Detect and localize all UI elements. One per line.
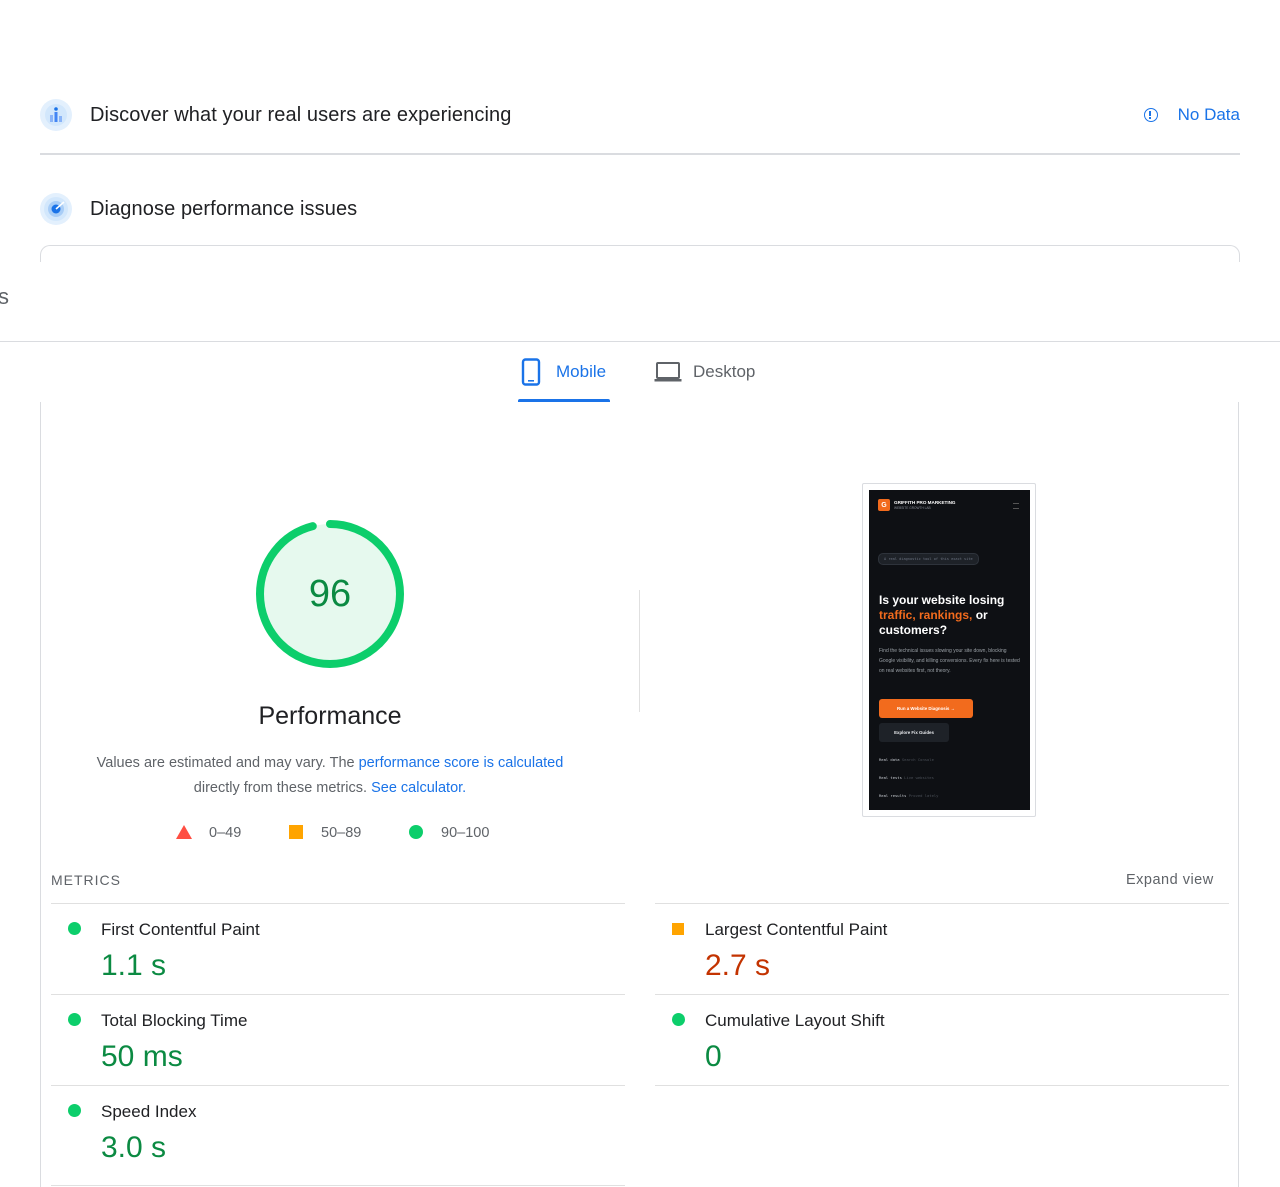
site-cta-secondary[interactable]: Explore Fix Guides (879, 723, 949, 742)
metric-value: 3.0 s (101, 1131, 167, 1164)
real-users-section[interactable]: Discover what your real users are experi… (40, 95, 1240, 135)
metric-total-blocking-time: Total Blocking Time 50 ms (51, 995, 625, 1085)
metric-pass-circle-icon (68, 1013, 81, 1026)
legend-fail-triangle-icon (176, 825, 192, 839)
metric-value: 1.1 s (101, 949, 167, 982)
metric-pass-circle-icon (672, 1013, 685, 1026)
tab-mobile[interactable]: Mobile (520, 352, 606, 392)
expand-view-toggle[interactable]: Expand view (1126, 872, 1214, 888)
final-screenshot-page: G GRIFFITH PRO MARKETING WEBSITE GROWTH … (869, 490, 1030, 810)
legend-fail-range: 0–49 (209, 825, 242, 841)
metric-pass-circle-icon (68, 922, 81, 935)
real-users-title: Discover what your real users are experi… (90, 103, 512, 126)
metrics-header: METRICS (51, 872, 121, 888)
performance-gauge[interactable]: 96 (254, 518, 406, 670)
headline-accent: traffic, rankings, (879, 608, 973, 622)
see-calculator-link[interactable]: See calculator. (371, 780, 466, 796)
site-brand-sub: WEBSITE GROWTH LAB (894, 506, 931, 510)
score-description: Values are estimated and may vary. The p… (60, 751, 600, 801)
foot-1-value: Search Console (901, 757, 934, 762)
site-brand: GRIFFITH PRO MARKETING (894, 500, 956, 505)
foot-3-value: Proved lately (908, 793, 939, 798)
no-data-status[interactable]: No Data (1143, 95, 1240, 135)
info-icon (1143, 108, 1158, 122)
tab-mobile-label: Mobile (556, 362, 607, 381)
metric-value: 50 ms (101, 1040, 183, 1073)
diagnose-section: Diagnose performance issues (40, 189, 1240, 229)
tab-active-indicator (518, 399, 610, 402)
metric-label: Speed Index (101, 1102, 197, 1121)
foot-1-label: Real data (879, 757, 900, 762)
metric-average-square-icon (672, 923, 684, 935)
mobile-phone-icon (521, 358, 541, 386)
metric-value: 0 (705, 1040, 722, 1073)
metric-label: Total Blocking Time (101, 1011, 248, 1030)
clipped-left-text: s (0, 284, 9, 309)
metric-divider (51, 1185, 625, 1186)
card-mask (0, 262, 1280, 342)
site-foot-1: Real data Search Console (879, 757, 934, 762)
score-calculated-link[interactable]: performance score is calculated (359, 755, 564, 771)
tab-desktop[interactable]: Desktop (654, 352, 755, 392)
description-prefix: Values are estimated and may vary. The (96, 755, 359, 771)
site-headline: Is your website losing traffic, rankings… (879, 593, 1004, 638)
site-logo-icon: G (878, 499, 890, 511)
foot-2-value: Live websites (904, 775, 934, 780)
crux-chart-icon (40, 99, 72, 131)
headline-line-3: customers? (879, 623, 948, 637)
performance-label: Performance (258, 702, 402, 730)
metric-speed-index: Speed Index 3.0 s (51, 1086, 625, 1176)
metric-label: Cumulative Layout Shift (705, 1011, 885, 1030)
tabs-top-divider (0, 341, 1280, 342)
headline-line-2: or (972, 608, 988, 622)
metric-value: 2.7 s (705, 949, 771, 982)
site-body-text: Find the technical issues slowing your s… (879, 648, 1020, 674)
report-card-left-border (40, 402, 41, 1187)
metric-largest-contentful-paint: Largest Contentful Paint 2.7 s (655, 904, 1229, 994)
diagnose-target-icon (40, 193, 72, 225)
tab-desktop-label: Desktop (693, 362, 756, 381)
metric-pass-circle-icon (68, 1104, 81, 1117)
performance-score: 96 (308, 572, 352, 615)
foot-3-label: Real results (879, 793, 907, 798)
site-foot-2: Real tests Live websites (879, 775, 934, 780)
final-screenshot[interactable]: G GRIFFITH PRO MARKETING WEBSITE GROWTH … (862, 483, 1036, 817)
legend-pass-circle-icon (409, 825, 423, 839)
metric-divider (655, 1085, 1229, 1086)
report-card-right-border (1238, 402, 1239, 1187)
legend-average-square-icon (289, 825, 303, 839)
site-cta-primary[interactable]: Run a Website Diagnosis → (879, 699, 973, 718)
metric-cumulative-layout-shift: Cumulative Layout Shift 0 (655, 995, 1229, 1085)
diagnose-title: Diagnose performance issues (90, 197, 358, 220)
laptop-icon (654, 362, 682, 382)
legend-pass-range: 90–100 (441, 825, 490, 841)
description-mid: directly from these metrics. (193, 780, 368, 796)
site-menu-icon (1013, 503, 1019, 509)
headline-line-1: Is your website losing (879, 593, 1005, 607)
foot-2-label: Real tests (879, 775, 902, 780)
legend-average-range: 50–89 (321, 825, 362, 841)
metric-label: First Contentful Paint (101, 920, 260, 939)
metric-first-contentful-paint: First Contentful Paint 1.1 s (51, 904, 625, 994)
site-foot-3: Real results Proved lately (879, 793, 938, 798)
section-divider (40, 153, 1240, 155)
metric-label: Largest Contentful Paint (705, 920, 888, 939)
site-pill: A real diagnostic tool of this exact sit… (878, 553, 979, 565)
gauge-screenshot-separator (639, 590, 640, 712)
no-data-label: No Data (1177, 105, 1240, 124)
